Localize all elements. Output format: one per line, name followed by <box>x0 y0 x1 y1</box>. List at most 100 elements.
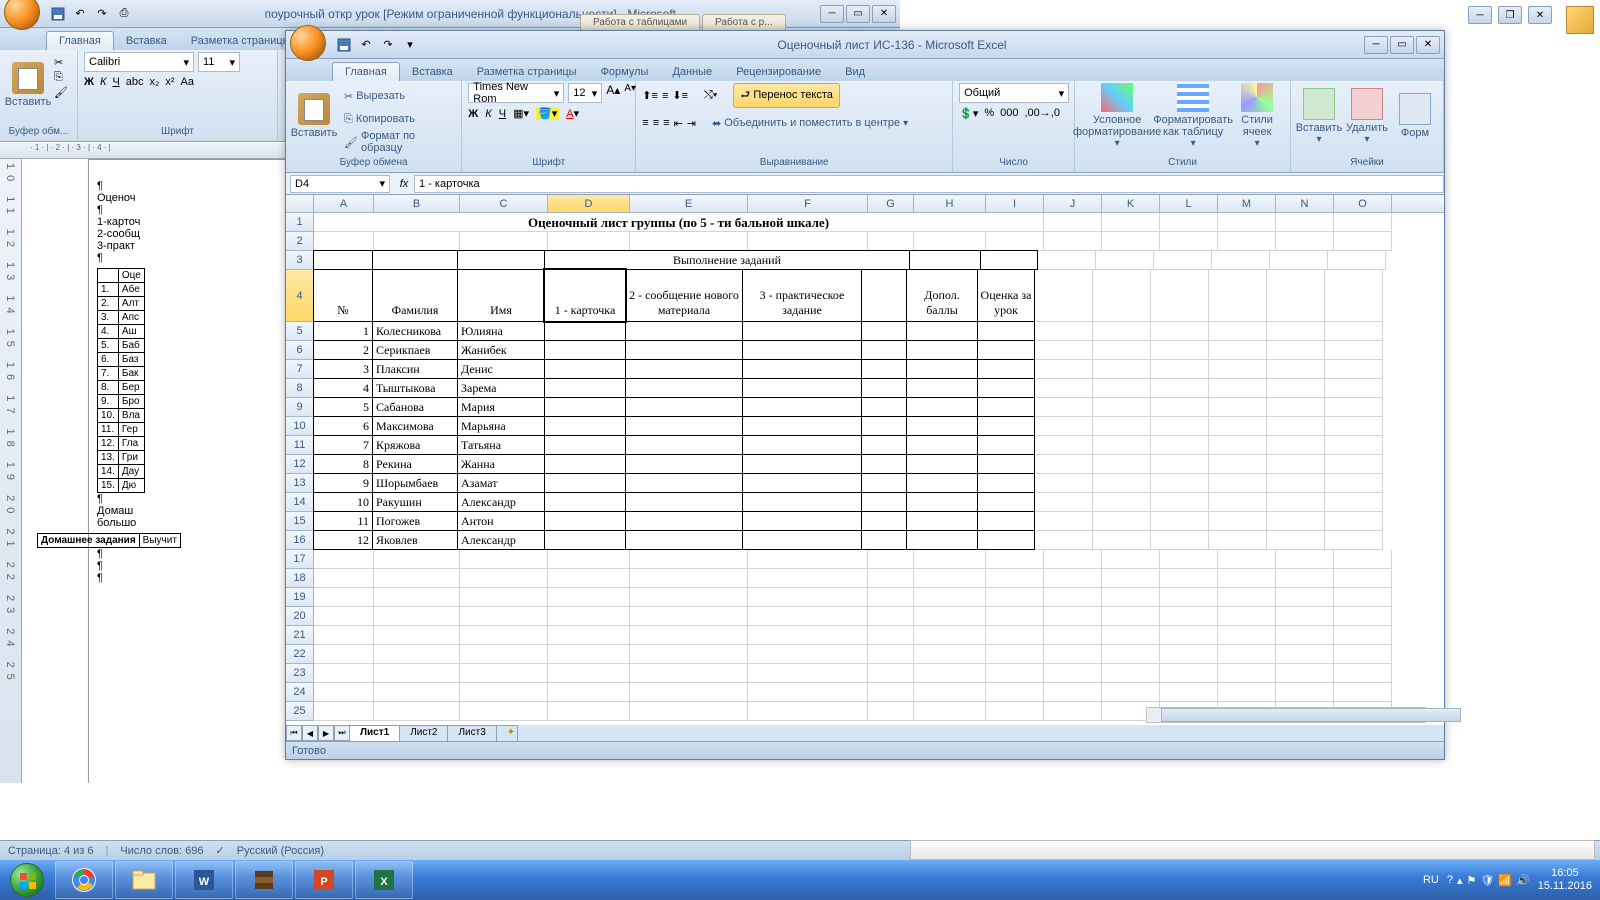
name-box[interactable]: D4▾ <box>290 175 390 193</box>
prev-sheet-icon[interactable]: ◀ <box>302 725 318 741</box>
italic-button[interactable]: К <box>485 108 491 120</box>
tab-layout[interactable]: Разметка страницы <box>465 63 589 81</box>
font-combo[interactable]: Times New Rom▾ <box>468 83 564 103</box>
underline-button[interactable]: Ч <box>499 108 506 120</box>
office-button[interactable] <box>4 0 40 30</box>
taskbar-excel[interactable]: X <box>355 861 413 899</box>
cell-styles-button[interactable]: Стили ячеек▾ <box>1233 83 1281 149</box>
wrap-text-button[interactable]: ⮐ Перенос текста <box>733 83 839 108</box>
tab-data[interactable]: Данные <box>660 63 724 81</box>
network-icon[interactable]: 📶 <box>1498 874 1512 887</box>
row-header[interactable]: 20 <box>286 607 314 626</box>
row-header[interactable]: 11 <box>286 436 314 455</box>
column-header[interactable]: N <box>1276 195 1334 212</box>
help-icon[interactable]: ? <box>1447 874 1453 887</box>
align-top-icon[interactable]: ⬆≡ <box>642 89 658 102</box>
save-icon[interactable] <box>334 35 354 55</box>
column-header[interactable]: O <box>1334 195 1392 212</box>
row-header[interactable]: 4 <box>286 270 314 322</box>
row-header[interactable]: 8 <box>286 379 314 398</box>
font-combo[interactable]: Calibri▾ <box>84 52 194 72</box>
fx-button[interactable]: fx <box>394 175 414 193</box>
inc-decimal-icon[interactable]: ,00→,0 <box>1024 107 1059 120</box>
conditional-format-button[interactable]: Условное форматирование▾ <box>1081 83 1153 149</box>
bold-button[interactable]: Ж <box>468 108 478 120</box>
currency-icon[interactable]: 💲▾ <box>959 107 978 120</box>
insert-cells-button[interactable]: Вставить▾ <box>1297 83 1341 149</box>
row-header[interactable]: 12 <box>286 455 314 474</box>
delete-cells-button[interactable]: Удалить▾ <box>1345 83 1389 149</box>
minimize-button[interactable]: ─ <box>1468 6 1492 24</box>
undo-icon[interactable]: ↶ <box>70 4 90 24</box>
copy-button[interactable]: ⎘Копировать <box>340 108 455 130</box>
spell-check-icon[interactable]: ✓ <box>216 844 225 857</box>
column-header[interactable]: J <box>1044 195 1102 212</box>
row-header[interactable]: 22 <box>286 645 314 664</box>
horizontal-ruler[interactable]: · 1 · | · 2 · | · 3 · | · 4 · | <box>0 143 285 159</box>
font-size-combo[interactable]: 11▾ <box>198 52 240 72</box>
start-button[interactable] <box>0 860 54 900</box>
grow-font-icon[interactable]: A▴ <box>606 83 620 103</box>
align-right-icon[interactable]: ≡ <box>663 117 669 129</box>
column-header[interactable]: K <box>1102 195 1160 212</box>
column-header[interactable]: B <box>374 195 460 212</box>
folder-icon[interactable] <box>1566 6 1594 34</box>
paste-button[interactable]: Вставить <box>292 83 336 149</box>
column-header[interactable]: F <box>748 195 868 212</box>
taskbar-explorer[interactable] <box>115 861 173 899</box>
superscript-button[interactable]: x² <box>165 76 174 88</box>
row-header[interactable]: 3 <box>286 251 314 270</box>
indent-dec-icon[interactable]: ⇤ <box>674 117 683 130</box>
row-header[interactable]: 25 <box>286 702 314 721</box>
row-header[interactable]: 1 <box>286 213 314 232</box>
minimize-button[interactable]: ─ <box>1364 36 1388 54</box>
shield-icon[interactable]: 🛡 <box>1480 874 1494 887</box>
row-header[interactable]: 9 <box>286 398 314 417</box>
column-header[interactable]: L <box>1160 195 1218 212</box>
spreadsheet-grid[interactable]: ABCDEFGHIJKLMNO 1Оценочный лист группы (… <box>286 195 1444 725</box>
row-header[interactable]: 6 <box>286 341 314 360</box>
column-header[interactable]: M <box>1218 195 1276 212</box>
cut-icon[interactable]: ✂ <box>54 56 68 69</box>
format-table-button[interactable]: Форматировать как таблицу▾ <box>1157 83 1229 149</box>
column-header[interactable]: E <box>630 195 748 212</box>
bold-button[interactable]: Ж <box>84 76 94 88</box>
row-header[interactable]: 16 <box>286 531 314 550</box>
save-icon[interactable] <box>48 4 68 24</box>
tab-view[interactable]: Вид <box>833 63 877 81</box>
clock[interactable]: 16:05 15.11.2016 <box>1538 867 1592 893</box>
browser-address-bar[interactable] <box>910 840 1595 860</box>
row-header[interactable]: 13 <box>286 474 314 493</box>
last-sheet-icon[interactable]: ⏭ <box>334 725 350 741</box>
cut-button[interactable]: ✂Вырезать <box>340 85 455 107</box>
row-header[interactable]: 7 <box>286 360 314 379</box>
row-header[interactable]: 15 <box>286 512 314 531</box>
taskbar-winrar[interactable] <box>235 861 293 899</box>
copy-icon[interactable]: ⎘ <box>54 71 68 84</box>
tab-layout[interactable]: Разметка страницы <box>179 32 303 50</box>
close-button[interactable]: ✕ <box>1416 36 1440 54</box>
close-button[interactable]: ✕ <box>872 5 896 23</box>
row-header[interactable]: 2 <box>286 232 314 251</box>
format-cells-button[interactable]: Форм <box>1393 83 1437 149</box>
tab-formulas[interactable]: Формулы <box>589 63 661 81</box>
format-painter-button[interactable]: 🖌Формат по образцу <box>340 131 455 153</box>
row-header[interactable]: 18 <box>286 569 314 588</box>
new-sheet-button[interactable]: ✦ <box>496 725 518 741</box>
merge-button[interactable]: ⬌Объединить и поместить в центре ▾ <box>708 112 912 134</box>
lang-indicator[interactable]: RU <box>1423 874 1439 886</box>
volume-icon[interactable]: 🔊 <box>1516 874 1530 887</box>
align-middle-icon[interactable]: ≡ <box>662 90 668 102</box>
taskbar-powerpoint[interactable]: P <box>295 861 353 899</box>
qat-dropdown-icon[interactable]: ▾ <box>400 35 420 55</box>
format-painter-icon[interactable]: 🖌 <box>54 86 68 99</box>
subscript-button[interactable]: x₂ <box>150 76 160 88</box>
redo-icon[interactable]: ↷ <box>92 4 112 24</box>
fill-color-button[interactable]: 🪣▾ <box>536 107 559 120</box>
select-all-button[interactable] <box>286 195 314 212</box>
row-header[interactable]: 21 <box>286 626 314 645</box>
align-center-icon[interactable]: ≡ <box>653 117 659 129</box>
border-button[interactable]: ▦▾ <box>513 107 529 120</box>
sheet-tab[interactable]: Лист1 <box>349 725 400 741</box>
indent-inc-icon[interactable]: ⇥ <box>687 117 696 130</box>
